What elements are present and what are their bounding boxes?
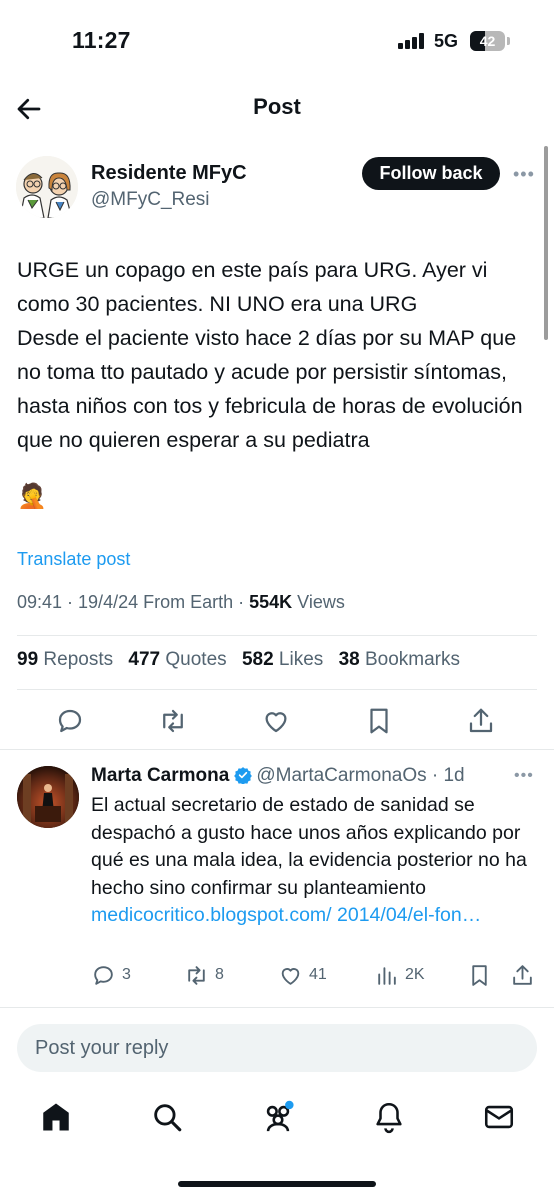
reply-author-handle[interactable]: @MartaCarmonaOs <box>256 765 426 786</box>
messages-icon <box>484 1105 514 1129</box>
facepalm-emoji: 🤦 <box>17 483 47 510</box>
scrollbar[interactable] <box>544 146 548 340</box>
reposts-label: Reposts <box>38 649 114 670</box>
bookmarks-count: 38 <box>338 649 360 670</box>
likes-stat[interactable]: 582 Likes <box>242 649 323 670</box>
battery-icon: 42 <box>470 31 505 51</box>
like-icon <box>281 967 300 985</box>
follow-back-button[interactable]: Follow back <box>362 157 500 190</box>
reposts-stat[interactable]: 99 Reposts <box>17 649 113 670</box>
likes-count: 582 <box>241 649 274 670</box>
signal-icon <box>398 33 426 49</box>
home-icon <box>43 1103 69 1131</box>
quotes-count: 477 <box>128 649 161 670</box>
like-count: 41 <box>309 966 327 983</box>
likes-label: Likes <box>273 649 324 670</box>
verified-badge-icon <box>234 767 253 784</box>
quotes-label: Quotes <box>160 649 227 670</box>
post-author: Residente MFyC @MFyC_Resi Follow back ••… <box>0 148 554 218</box>
reply-composer[interactable] <box>17 1024 537 1072</box>
post-stats: 99 Reposts 477 Quotes 582 Likes 38 Bookm… <box>17 649 470 671</box>
reply-icon <box>94 965 113 985</box>
share-icon <box>513 964 532 985</box>
avatar[interactable] <box>16 156 78 218</box>
tab-home[interactable] <box>39 1100 73 1134</box>
views-icon <box>378 966 396 985</box>
repost-count: 8 <box>215 966 224 983</box>
divider <box>17 635 537 636</box>
repost-icon <box>163 709 183 733</box>
author-handle[interactable]: @MFyC_Resi <box>91 189 210 211</box>
bottom-tab-bar <box>0 1092 554 1148</box>
share-icon <box>469 708 493 733</box>
tab-notifications[interactable] <box>372 1100 406 1134</box>
reply-share-button[interactable] <box>510 960 535 990</box>
reply-body: El actual secretario de estado de sanida… <box>91 794 527 899</box>
repost-icon <box>188 965 205 985</box>
reply-post[interactable]: Marta Carmona @MartaCarmonaOs · 1d ••• El… <box>0 752 554 997</box>
reply-icon <box>58 709 82 733</box>
tab-search[interactable] <box>150 1100 184 1134</box>
reply-text: El actual secretario de estado de sanida… <box>91 792 531 930</box>
reply-reply-button[interactable]: 3 <box>91 960 131 990</box>
divider <box>17 689 537 690</box>
reply-header: Marta Carmona @MartaCarmonaOs · 1d <box>91 765 465 787</box>
reply-repost-button[interactable]: 8 <box>184 960 224 990</box>
repost-button[interactable] <box>158 706 188 736</box>
reply-time: · 1d <box>426 765 465 786</box>
reply-actions: 3 8 41 2K <box>0 960 554 990</box>
post-timestamp: 09:41 · 19/4/24 From Earth · <box>17 592 250 612</box>
reposts-count: 99 <box>17 649 39 670</box>
status-bar: 11:27 5G 42 <box>0 0 554 80</box>
bookmark-button[interactable] <box>364 706 394 736</box>
post-text: URGE un copago en este país para URG. Ay… <box>17 258 523 452</box>
reply-views-button[interactable]: 2K <box>374 960 425 990</box>
doctors-cartoon-icon <box>16 156 78 218</box>
reply-count: 3 <box>122 966 131 983</box>
network-type: 5G <box>434 31 459 51</box>
tab-communities[interactable] <box>261 1100 295 1134</box>
bookmarks-stat[interactable]: 38 Bookmarks <box>339 649 460 670</box>
views-label: Views <box>292 592 345 612</box>
post-meta: 09:41 · 19/4/24 From Earth · 554K Views <box>17 592 345 613</box>
translate-post-link[interactable]: Translate post <box>17 549 130 570</box>
views-count: 2K <box>405 966 425 983</box>
bookmark-icon <box>472 964 487 986</box>
speaker-photo-icon <box>17 766 79 828</box>
communities-icon <box>266 1100 294 1132</box>
avatar[interactable] <box>17 766 79 828</box>
divider <box>0 1007 554 1008</box>
like-icon <box>265 712 287 733</box>
search-icon <box>154 1104 182 1132</box>
battery-tip <box>507 37 510 45</box>
views-count[interactable]: 554K <box>249 592 292 612</box>
reply-author-name[interactable]: Marta Carmona <box>91 765 229 786</box>
reply-like-button[interactable]: 41 <box>278 960 327 990</box>
tab-messages[interactable] <box>482 1100 516 1134</box>
bookmark-icon <box>370 708 388 734</box>
more-options-icon[interactable]: ••• <box>514 767 534 785</box>
reply-button[interactable] <box>55 706 85 736</box>
status-time: 11:27 <box>72 27 131 53</box>
bookmarks-label: Bookmarks <box>359 649 461 670</box>
top-bar: Post <box>0 80 554 136</box>
like-button[interactable] <box>261 706 291 736</box>
reply-link[interactable]: medicocritico.blogspot.com/ 2014/04/el-f… <box>91 904 481 926</box>
notifications-icon <box>376 1102 402 1134</box>
share-button[interactable] <box>466 706 496 736</box>
more-options-icon[interactable]: ••• <box>513 164 535 185</box>
home-indicator[interactable] <box>178 1181 376 1187</box>
page-title: Post <box>253 94 301 119</box>
post-actions <box>0 700 554 744</box>
reply-bookmark-button[interactable] <box>467 960 492 990</box>
author-name[interactable]: Residente MFyC <box>91 162 247 185</box>
divider <box>0 749 554 750</box>
reply-input[interactable] <box>17 1024 537 1072</box>
quotes-stat[interactable]: 477 Quotes <box>128 649 226 670</box>
battery-level: 42 <box>479 33 496 49</box>
